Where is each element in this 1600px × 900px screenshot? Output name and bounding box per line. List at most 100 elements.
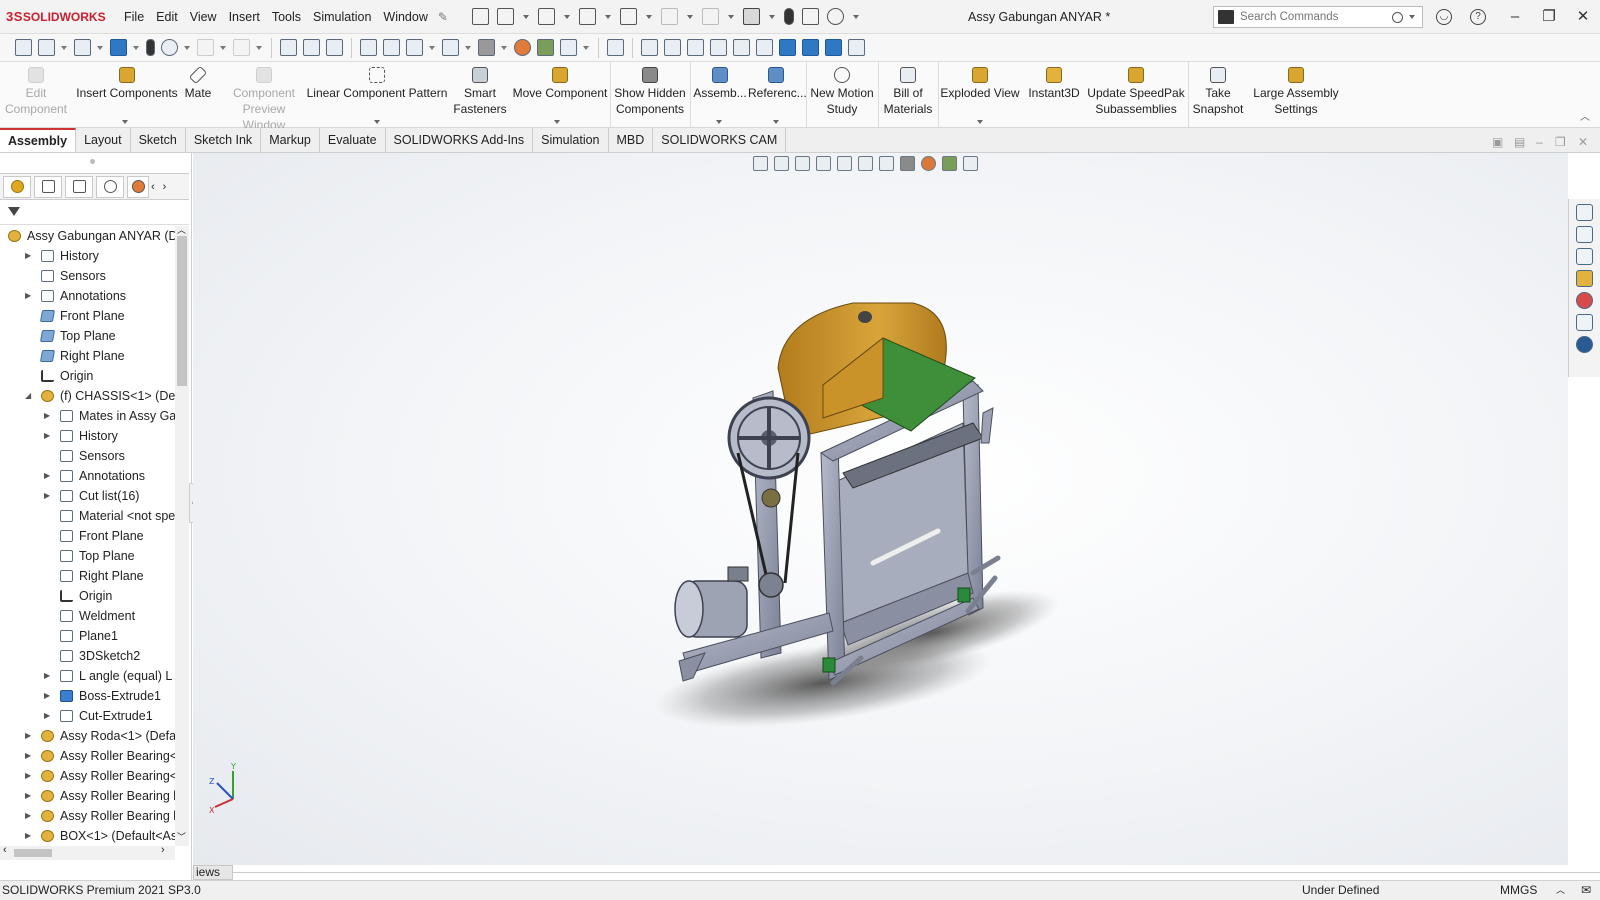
tree-node[interactable]: Material <not specif — [0, 506, 175, 526]
open-dropdown-icon[interactable] — [563, 8, 571, 25]
tree-node[interactable]: ▶ Assy Roller Bearing bela — [0, 786, 175, 806]
trimetric-view-icon[interactable] — [802, 39, 819, 56]
new-dropdown-icon[interactable] — [522, 8, 530, 25]
mate-button[interactable]: Mate — [178, 64, 218, 101]
menu-insert[interactable]: Insert — [223, 0, 266, 34]
viewport-tile-icon[interactable]: ▣ — [1492, 135, 1503, 149]
isometric-view-icon[interactable] — [779, 39, 796, 56]
bottom-view-icon[interactable] — [756, 39, 773, 56]
component-preview-window-button[interactable]: Component Preview Window — [224, 64, 304, 133]
home-icon[interactable] — [471, 8, 489, 25]
status-message-icon[interactable]: ✉ — [1581, 881, 1591, 900]
display-manager-tab[interactable] — [127, 175, 149, 198]
view-orientation-icon[interactable] — [406, 39, 423, 56]
menu-edit[interactable]: Edit — [150, 0, 184, 34]
smart-fasteners-button[interactable]: Smart Fasteners — [452, 64, 508, 117]
appearances-scenes-icon[interactable] — [1576, 292, 1593, 309]
exploded-view-dropdown-icon[interactable] — [977, 120, 983, 124]
redo-icon[interactable] — [701, 8, 719, 25]
assembly-features-button[interactable]: Assemb... — [692, 64, 748, 101]
expand-toggle-icon[interactable]: ▶ — [44, 466, 54, 486]
expand-toggle-icon[interactable]: ◢ — [25, 386, 35, 406]
options-dropdown-icon[interactable] — [184, 39, 191, 56]
undo-icon[interactable] — [660, 8, 678, 25]
right-view-icon[interactable] — [710, 39, 727, 56]
print-dropdown-icon[interactable] — [645, 8, 653, 25]
measure-icon[interactable] — [848, 39, 865, 56]
tab-simulation[interactable]: Simulation — [533, 128, 609, 152]
view-settings-icon[interactable] — [963, 156, 978, 171]
assembly-features-dropdown-icon[interactable] — [716, 120, 722, 124]
linear-component-pattern-button[interactable]: Linear Component Pattern — [306, 64, 448, 101]
tree-node[interactable]: Origin — [0, 586, 175, 606]
view-settings-dropdown-icon[interactable] — [583, 39, 590, 56]
display-style-icon[interactable] — [879, 156, 894, 171]
open-icon[interactable] — [537, 8, 555, 25]
horizontal-scroll-thumb[interactable] — [14, 849, 52, 857]
tree-node[interactable]: ▶ Assy Roller Bearing<1> — [0, 746, 175, 766]
tree-node[interactable]: ▶ Assy Roda<1> (Default- — [0, 726, 175, 746]
scroll-right-icon[interactable]: › — [161, 844, 165, 856]
tab-assembly[interactable]: Assembly — [0, 128, 77, 152]
tab-cam[interactable]: SOLIDWORKS CAM — [653, 128, 787, 152]
search-input[interactable] — [1240, 11, 1390, 23]
dimetric-view-icon[interactable] — [825, 39, 842, 56]
tree-node[interactable]: ▶ Annotations — [0, 466, 175, 486]
tab-mbd[interactable]: MBD — [609, 128, 654, 152]
panel-tabs-prev-icon[interactable]: ‹ — [151, 181, 155, 193]
tree-node[interactable]: Origin — [0, 366, 175, 386]
tree-node[interactable]: Front Plane — [0, 306, 175, 326]
open-icon[interactable] — [74, 39, 91, 56]
save-icon[interactable] — [578, 8, 596, 25]
pin-icon[interactable]: ✎ — [438, 10, 448, 24]
dynamic-annotation-icon[interactable] — [837, 156, 852, 171]
tab-evaluate[interactable]: Evaluate — [320, 128, 386, 152]
move-component-button[interactable]: Move Component — [510, 64, 610, 101]
front-view-icon[interactable] — [641, 39, 658, 56]
home-icon[interactable] — [15, 39, 32, 56]
viewport-restore-icon[interactable]: ❐ — [1555, 135, 1566, 149]
graphics-area[interactable]: Y Z X — [193, 153, 1568, 865]
edit-appearance-icon[interactable] — [921, 156, 936, 171]
expand-toggle-icon[interactable]: ▶ — [25, 746, 35, 766]
redo-dropdown-icon[interactable] — [256, 39, 263, 56]
menu-simulation[interactable]: Simulation — [307, 0, 377, 34]
expand-toggle-icon[interactable]: ▶ — [44, 666, 54, 686]
new-dropdown-icon[interactable] — [61, 39, 68, 56]
show-hidden-components-button[interactable]: Show Hidden Components — [612, 64, 688, 117]
tree-filter[interactable] — [0, 203, 189, 225]
views-tab[interactable]: iews — [193, 865, 233, 880]
tree-node[interactable]: Sensors — [0, 266, 175, 286]
search-dropdown-icon[interactable] — [1409, 15, 1415, 19]
tree-node[interactable]: ▶ Cut list(16) — [0, 486, 175, 506]
new-document-icon[interactable] — [496, 8, 514, 25]
tree-node[interactable]: ▶ History — [0, 246, 175, 266]
tab-layout[interactable]: Layout — [76, 128, 131, 152]
zoom-to-area-icon[interactable] — [774, 156, 789, 171]
expand-toggle-icon[interactable]: ▶ — [25, 826, 35, 846]
rebuild-icon[interactable] — [783, 8, 794, 25]
menu-window[interactable]: Window — [377, 0, 433, 34]
vertical-scroll-thumb[interactable] — [177, 236, 187, 386]
tree-node[interactable]: Front Plane — [0, 526, 175, 546]
tab-markup[interactable]: Markup — [261, 128, 320, 152]
expand-toggle-icon[interactable]: ▶ — [25, 786, 35, 806]
tree-node[interactable]: ▶ Mates in Assy Gabun — [0, 406, 175, 426]
scroll-down-icon[interactable]: ﹀ — [177, 830, 186, 843]
tree-horizontal-scrollbar[interactable]: ‹ › — [0, 844, 175, 860]
user-account-icon[interactable]: ◡ — [1436, 9, 1452, 25]
expand-toggle-icon[interactable]: ▶ — [25, 726, 35, 746]
edit-appearance-icon[interactable] — [514, 39, 531, 56]
feature-manager-tab[interactable] — [3, 175, 31, 198]
insert-components-dropdown-icon[interactable] — [122, 120, 128, 124]
select-dropdown-icon[interactable] — [768, 8, 776, 25]
tree-node[interactable]: Right Plane — [0, 346, 175, 366]
exploded-view-button[interactable]: Exploded View — [940, 64, 1020, 101]
redo-icon[interactable] — [233, 39, 250, 56]
undo-dropdown-icon[interactable] — [686, 8, 694, 25]
tree-node[interactable]: Weldment — [0, 606, 175, 626]
rebuild-icon[interactable] — [146, 39, 155, 56]
redo-dropdown-icon[interactable] — [727, 8, 735, 25]
expand-toggle-icon[interactable]: ▶ — [25, 286, 35, 306]
new-motion-study-button[interactable]: New Motion Study — [808, 64, 876, 117]
